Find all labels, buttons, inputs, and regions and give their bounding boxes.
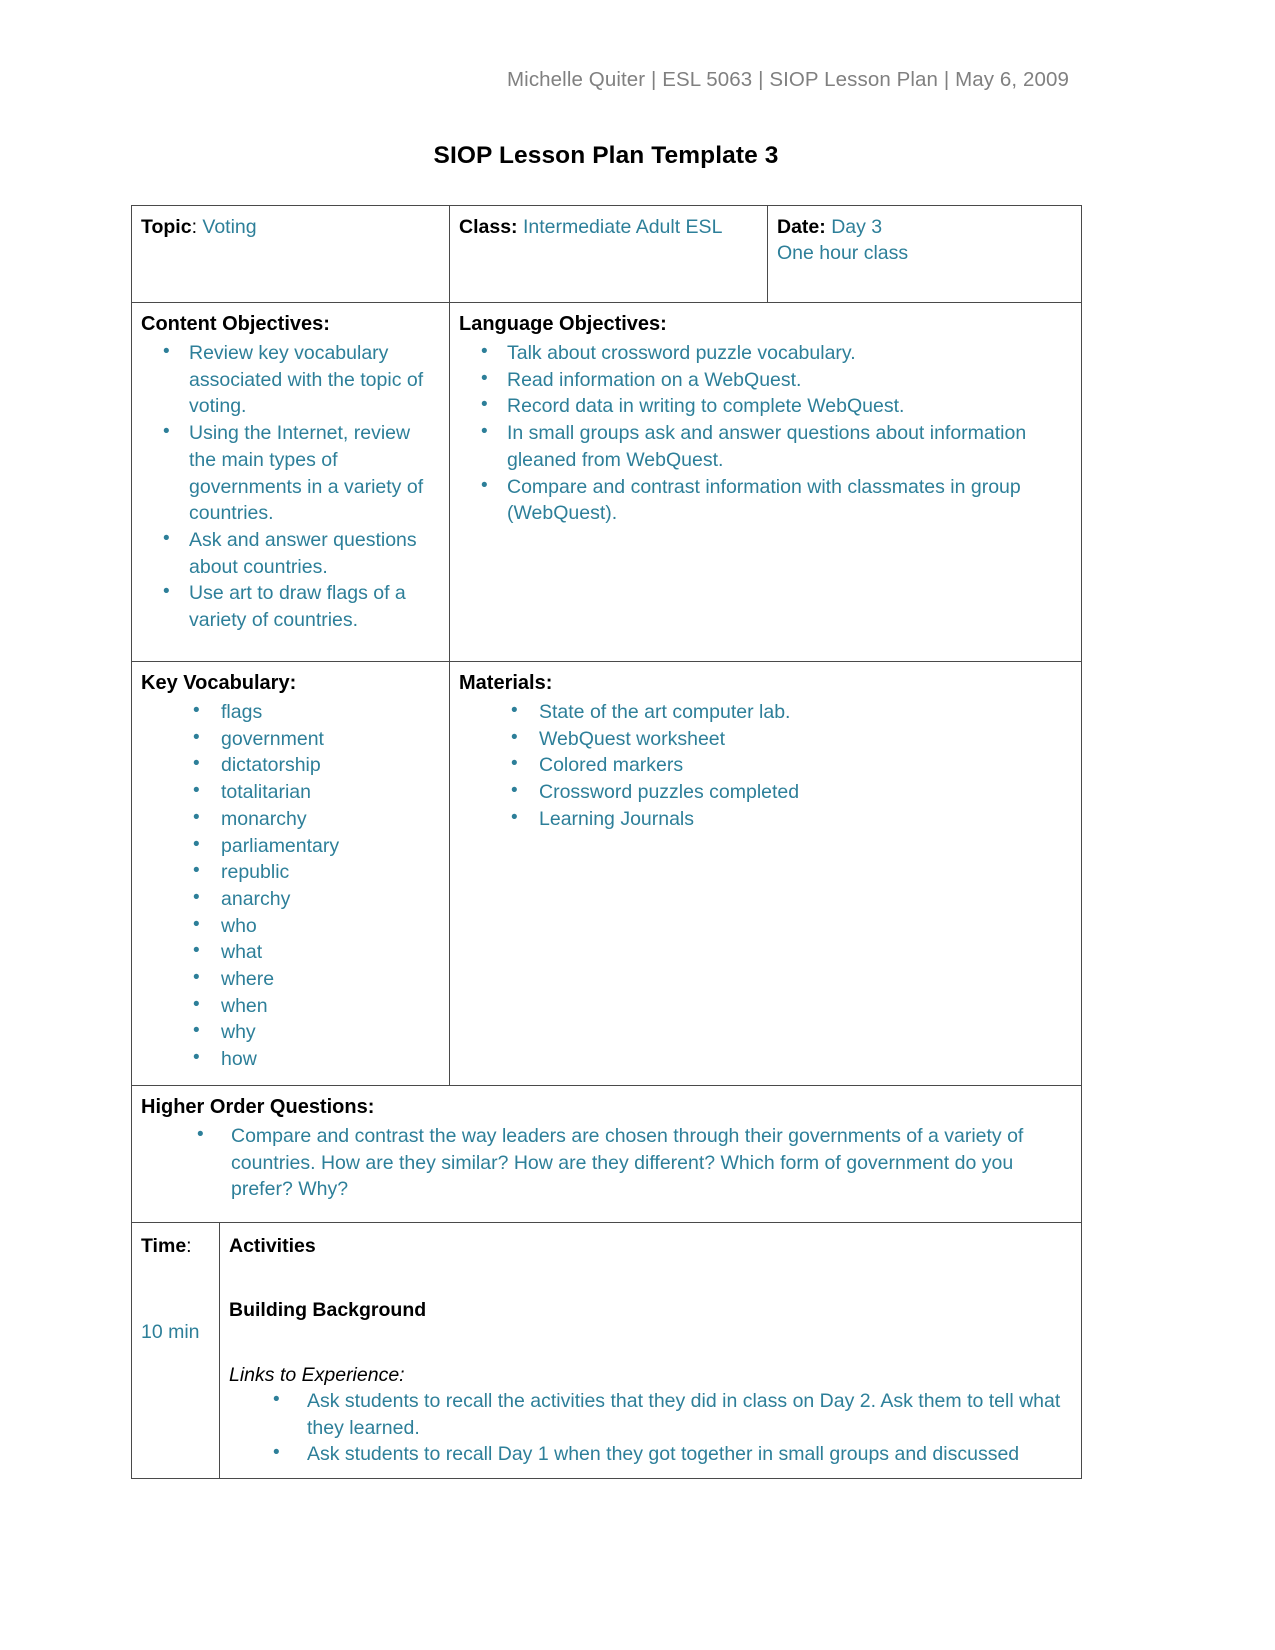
key-vocabulary-list: flags government dictatorship totalitari… — [141, 698, 440, 1073]
date-label: Date: — [777, 216, 826, 238]
list-item: Ask students to recall Day 1 when they g… — [229, 1440, 1072, 1468]
higher-order-questions-heading: Higher Order Questions: — [141, 1096, 375, 1118]
cell-class: Class: Intermediate Adult ESL — [449, 205, 768, 303]
key-vocabulary-heading: Key Vocabulary: — [141, 672, 297, 694]
siop-lesson-plan-table: Topic: Voting Class: Intermediate Adult … — [131, 205, 1082, 1480]
list-item: dictatorship — [141, 751, 440, 779]
topic-label: Topic — [141, 216, 192, 238]
list-item: monarchy — [141, 805, 440, 833]
list-item: totalitarian — [141, 778, 440, 806]
table-row-objectives: Content Objectives: Review key vocabular… — [131, 302, 1082, 662]
document-header: Michelle Quiter | ESL 5063 | SIOP Lesson… — [506, 68, 1069, 91]
class-label: Class: — [459, 216, 518, 238]
list-item: government — [141, 725, 440, 753]
list-item: Record data in writing to complete WebQu… — [459, 392, 1072, 420]
cell-language-objectives: Language Objectives: Talk about crosswor… — [449, 302, 1082, 662]
cell-activities: Activities Building Background Links to … — [219, 1221, 1082, 1480]
list-item: Using the Internet, review the main type… — [141, 419, 440, 527]
class-value: Intermediate Adult ESL — [522, 216, 723, 238]
activities-spacer-2 — [229, 1324, 1072, 1362]
activities-spacer — [229, 1259, 1072, 1297]
list-item: how — [141, 1045, 440, 1073]
building-background-heading: Building Background — [229, 1299, 427, 1322]
activities-label: Activities — [229, 1235, 316, 1257]
list-item: anarchy — [141, 885, 440, 913]
list-item: Review key vocabulary associated with th… — [141, 339, 440, 420]
list-item: when — [141, 992, 440, 1020]
page-title: SIOP Lesson Plan Template 3 — [433, 142, 779, 169]
list-item: Colored markers — [459, 751, 1072, 779]
list-item: flags — [141, 698, 440, 726]
list-item: Learning Journals — [459, 805, 1072, 833]
date-value-secondary: One hour class — [777, 242, 909, 265]
content-objectives-heading: Content Objectives: — [141, 313, 330, 335]
list-item: Talk about crossword puzzle vocabulary. — [459, 339, 1072, 367]
time-spacer-2 — [141, 1297, 210, 1319]
document-page: Michelle Quiter | ESL 5063 | SIOP Lesson… — [0, 0, 1275, 1650]
topic-separator: : — [191, 216, 203, 238]
list-item: why — [141, 1018, 440, 1046]
content-objectives-list: Review key vocabulary associated with th… — [141, 339, 440, 634]
list-item: WebQuest worksheet — [459, 725, 1072, 753]
list-item: who — [141, 912, 440, 940]
topic-value: Voting — [202, 216, 257, 238]
cell-materials: Materials: State of the art computer lab… — [449, 661, 1082, 1086]
cell-topic: Topic: Voting — [131, 205, 450, 303]
cell-key-vocabulary: Key Vocabulary: flags government dictato… — [131, 661, 450, 1086]
time-value: 10 min — [141, 1321, 200, 1344]
list-item: what — [141, 938, 440, 966]
higher-order-questions-list: Compare and contrast the way leaders are… — [141, 1122, 1072, 1203]
table-row-higher-order-questions: Higher Order Questions: Compare and cont… — [131, 1085, 1082, 1223]
cell-higher-order-questions: Higher Order Questions: Compare and cont… — [131, 1085, 1082, 1223]
list-item: Compare and contrast the way leaders are… — [141, 1122, 1072, 1203]
list-item: Compare and contrast information with cl… — [459, 473, 1072, 527]
list-item: Ask students to recall the activities th… — [229, 1387, 1072, 1441]
cell-date: Date: Day 3 One hour class — [767, 205, 1082, 303]
list-item: Use art to draw flags of a variety of co… — [141, 579, 440, 633]
list-item: Read information on a WebQuest. — [459, 366, 1072, 394]
list-item: where — [141, 965, 440, 993]
list-item: parliamentary — [141, 832, 440, 860]
table-row-vocabulary: Key Vocabulary: flags government dictato… — [131, 661, 1082, 1086]
date-value: Day 3 — [831, 216, 883, 238]
table-row-info: Topic: Voting Class: Intermediate Adult … — [131, 205, 1082, 303]
list-item: State of the art computer lab. — [459, 698, 1072, 726]
cell-content-objectives: Content Objectives: Review key vocabular… — [131, 302, 450, 662]
list-item: Ask and answer questions about countries… — [141, 526, 440, 580]
materials-heading: Materials: — [459, 672, 553, 694]
time-spacer — [141, 1259, 210, 1297]
language-objectives-heading: Language Objectives: — [459, 313, 667, 335]
links-to-experience-subheading: Links to Experience: — [229, 1363, 405, 1386]
table-row-activities: Time: 10 min Activities Building Backgro… — [131, 1221, 1082, 1480]
activities-list: Ask students to recall the activities th… — [229, 1387, 1072, 1468]
time-label-separator: : — [186, 1235, 192, 1257]
list-item: In small groups ask and answer questions… — [459, 419, 1072, 473]
cell-time: Time: 10 min — [131, 1221, 220, 1480]
materials-list: State of the art computer lab. WebQuest … — [459, 698, 1072, 833]
language-objectives-list: Talk about crossword puzzle vocabulary. … — [459, 339, 1072, 527]
list-item: Crossword puzzles completed — [459, 778, 1072, 806]
list-item: republic — [141, 858, 440, 886]
time-label: Time — [141, 1235, 187, 1257]
